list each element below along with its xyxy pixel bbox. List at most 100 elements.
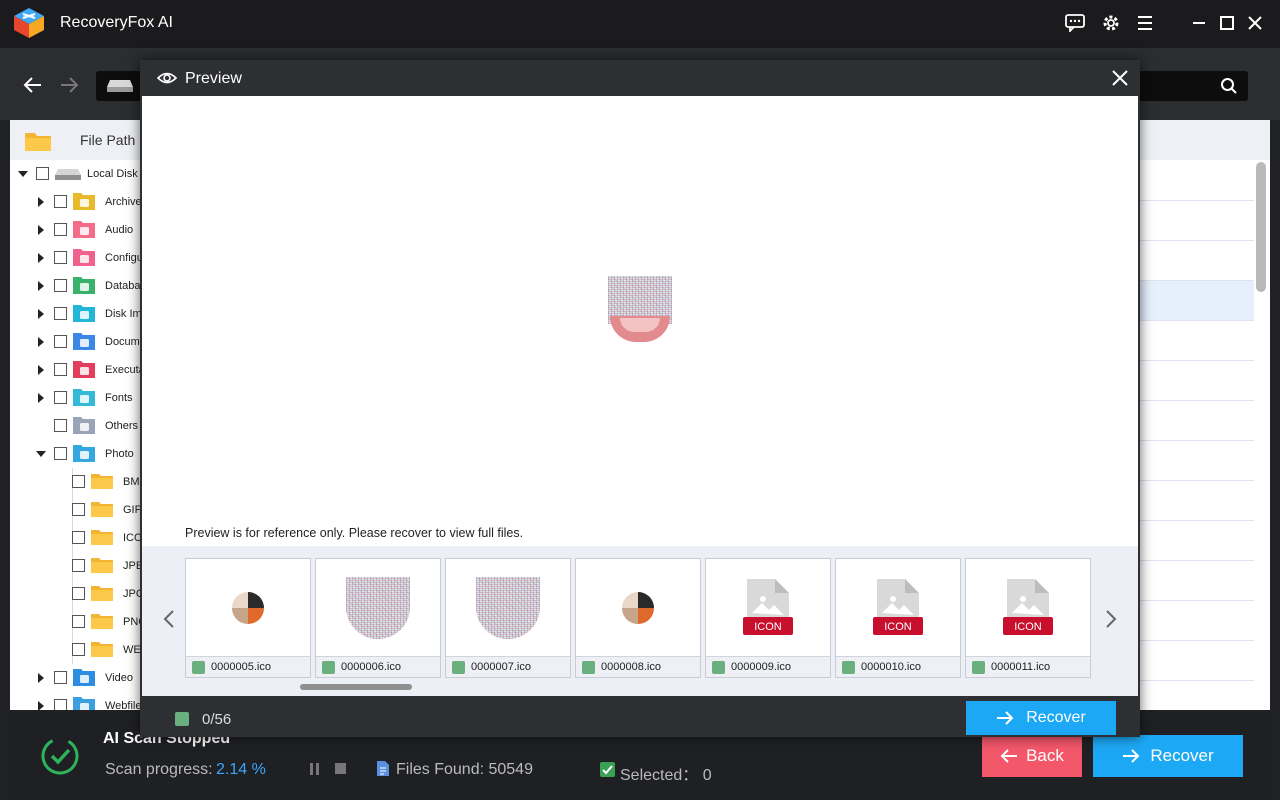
feedback-icon[interactable] [1062, 10, 1088, 36]
tree-item[interactable]: Databa [10, 272, 145, 300]
chevron-left-icon[interactable] [162, 608, 176, 630]
back-arrow-icon[interactable] [20, 72, 46, 98]
file-list-row[interactable] [1138, 641, 1254, 681]
tree-item-checkbox[interactable] [72, 531, 85, 544]
tree-item-checkbox[interactable] [54, 391, 67, 404]
file-list-row[interactable] [1138, 321, 1254, 361]
tree-item-checkbox[interactable] [54, 251, 67, 264]
thumbnail-checkbox[interactable] [322, 661, 335, 674]
caret-right-icon[interactable] [38, 673, 44, 683]
back-button[interactable]: Back [982, 735, 1082, 777]
thumbnail-card[interactable]: 0000008.ico [575, 558, 701, 678]
forward-arrow-icon[interactable] [56, 72, 82, 98]
thumbnail-card[interactable]: ICON 0000011.ico [965, 558, 1091, 678]
tree-item[interactable]: ICO [10, 524, 145, 552]
file-list-row[interactable] [1138, 561, 1254, 601]
tree-item[interactable]: Configu [10, 244, 145, 272]
thumbnail-checkbox[interactable] [712, 661, 725, 674]
caret-right-icon[interactable] [38, 393, 44, 403]
tree-item[interactable]: Others [10, 412, 145, 440]
tree-item[interactable]: Executa [10, 356, 145, 384]
tree-item-checkbox[interactable] [54, 307, 67, 320]
search-icon[interactable] [1220, 77, 1238, 95]
thumbnail-card[interactable]: 0000007.ico [445, 558, 571, 678]
file-list-row[interactable] [1138, 481, 1254, 521]
tree-item[interactable]: Webfile [10, 692, 145, 710]
tree-item-checkbox[interactable] [72, 503, 85, 516]
tree-item-checkbox[interactable] [72, 587, 85, 600]
file-list-row[interactable] [1138, 441, 1254, 481]
file-list-row[interactable] [1138, 601, 1254, 641]
caret-down-icon[interactable] [36, 451, 46, 457]
thumbnail-card[interactable]: 0000006.ico [315, 558, 441, 678]
file-list-row[interactable] [1138, 161, 1254, 201]
tree-item[interactable]: Video [10, 664, 145, 692]
tree-item-checkbox[interactable] [54, 363, 67, 376]
tree-item-checkbox[interactable] [54, 195, 67, 208]
caret-right-icon[interactable] [38, 337, 44, 347]
tree-item-checkbox[interactable] [54, 223, 67, 236]
tree-item[interactable]: WE [10, 636, 145, 664]
settings-gear-icon[interactable] [1098, 10, 1124, 36]
recover-button[interactable]: Recover [1093, 735, 1243, 777]
tree-item[interactable]: PNG [10, 608, 145, 636]
chevron-right-icon[interactable] [1104, 608, 1118, 630]
thumbnail-card[interactable]: ICON 0000010.ico [835, 558, 961, 678]
file-list-row[interactable] [1138, 401, 1254, 441]
file-list-row[interactable] [1138, 521, 1254, 561]
tree-item[interactable]: Fonts [10, 384, 145, 412]
thumbnail-checkbox[interactable] [452, 661, 465, 674]
close-icon[interactable] [1110, 68, 1130, 88]
tree-item-checkbox[interactable] [72, 559, 85, 572]
thumbnail-checkbox[interactable] [582, 661, 595, 674]
tree-item[interactable]: JPE [10, 552, 145, 580]
caret-right-icon[interactable] [38, 197, 44, 207]
caret-right-icon[interactable] [38, 253, 44, 263]
caret-right-icon[interactable] [38, 281, 44, 291]
file-list-row[interactable] [1138, 281, 1254, 321]
minimize-icon[interactable] [1186, 10, 1212, 36]
tree-item[interactable]: Audio [10, 216, 145, 244]
caret-right-icon[interactable] [38, 309, 44, 319]
tree-item[interactable]: JPG [10, 580, 145, 608]
tree-item-checkbox[interactable] [54, 447, 67, 460]
caret-right-icon[interactable] [38, 225, 44, 235]
tree-item-checkbox[interactable] [72, 643, 85, 656]
tree-item-checkbox[interactable] [54, 419, 67, 432]
tree-item[interactable]: Photo [10, 440, 145, 468]
tree-item-checkbox[interactable] [36, 167, 49, 180]
preview-recover-button[interactable]: Recover [966, 701, 1116, 735]
thumbnail-checkbox[interactable] [842, 661, 855, 674]
thumbnail-checkbox[interactable] [192, 661, 205, 674]
file-list-row[interactable] [1138, 201, 1254, 241]
tree-item-checkbox[interactable] [54, 335, 67, 348]
pause-icon[interactable] [308, 762, 322, 776]
file-path-tab[interactable]: File Path [10, 120, 145, 160]
file-list-scrollbar[interactable] [1256, 162, 1266, 292]
tree-item[interactable]: BMP [10, 468, 145, 496]
maximize-icon[interactable] [1214, 10, 1240, 36]
tree-item[interactable]: Docume [10, 328, 145, 356]
menu-icon[interactable] [1132, 10, 1158, 36]
tree-item-checkbox[interactable] [72, 615, 85, 628]
close-window-icon[interactable] [1242, 10, 1268, 36]
tree-item[interactable]: Local Disk ( [10, 160, 145, 188]
thumbnail-card[interactable]: ICON 0000009.ico [705, 558, 831, 678]
path-bar[interactable] [96, 71, 146, 101]
file-list-row[interactable] [1138, 361, 1254, 401]
tree-item[interactable]: Disk Im [10, 300, 145, 328]
tree-item[interactable]: GIF [10, 496, 145, 524]
tree-item-checkbox[interactable] [54, 671, 67, 684]
file-list-row[interactable] [1138, 241, 1254, 281]
caret-down-icon[interactable] [18, 171, 28, 177]
thumbnail-checkbox[interactable] [972, 661, 985, 674]
select-all-checkbox[interactable] [175, 712, 189, 726]
selected-checkbox[interactable] [600, 762, 615, 777]
thumbnail-card[interactable]: 0000005.ico [185, 558, 311, 678]
stop-icon[interactable] [335, 763, 346, 774]
thumbnail-scrollbar[interactable] [300, 684, 412, 690]
tree-item-checkbox[interactable] [72, 475, 85, 488]
caret-right-icon[interactable] [38, 701, 44, 710]
tree-item-checkbox[interactable] [54, 699, 67, 710]
caret-right-icon[interactable] [38, 365, 44, 375]
